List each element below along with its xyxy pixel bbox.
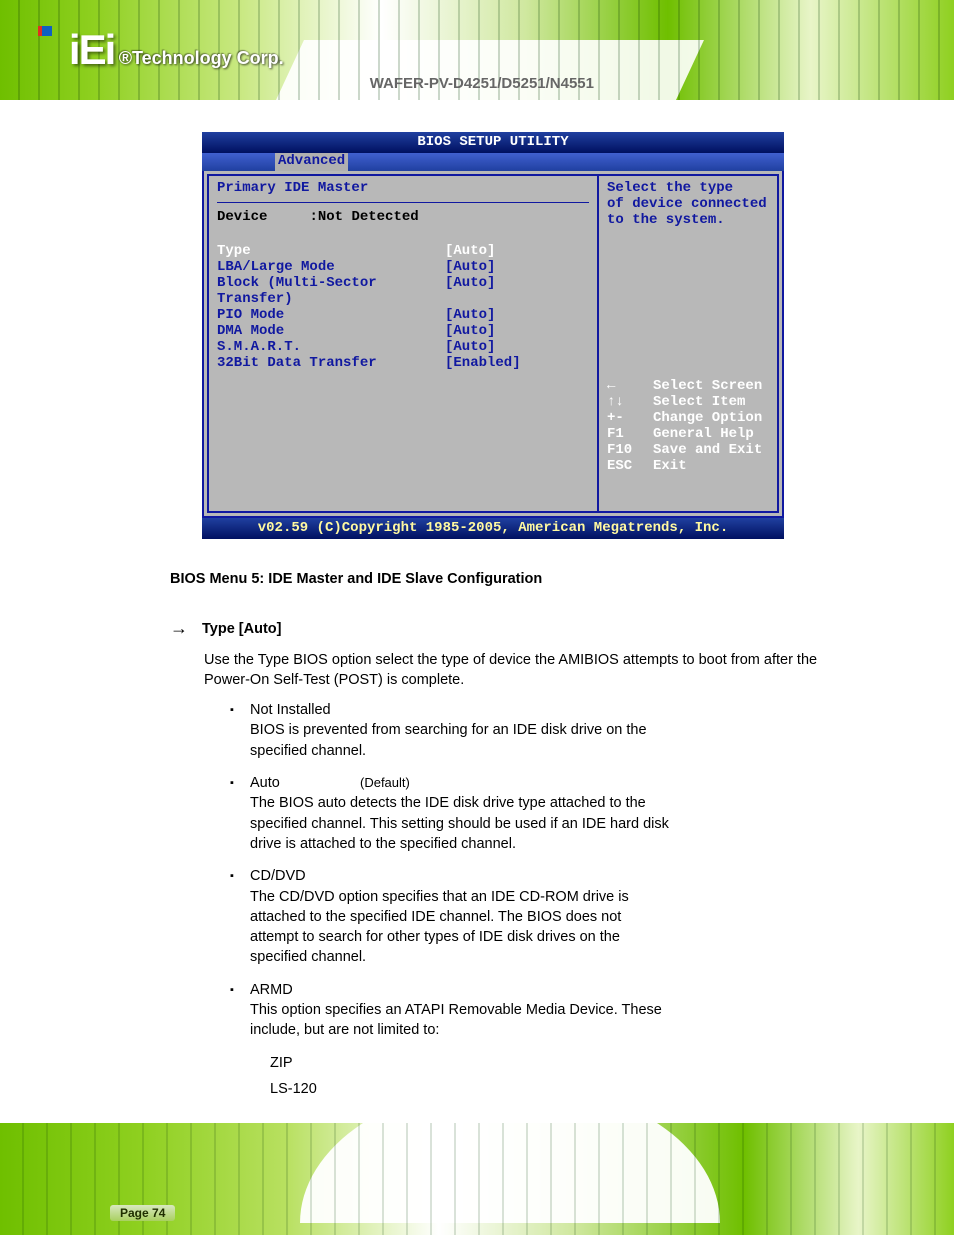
footer-banner: Page 74 <box>0 1123 954 1235</box>
bios-right-panel: Select the type of device connected to t… <box>599 174 779 513</box>
bios-option-row[interactable]: S.M.A.R.T.[Auto] <box>217 339 589 355</box>
bios-nav-key: ↑↓ <box>607 394 653 410</box>
sub-item: ZIP <box>270 1053 834 1073</box>
bios-left-panel: Primary IDE Master Device :Not Detected … <box>207 174 599 513</box>
bios-nav-desc: Select Item <box>653 394 745 410</box>
option-label: CD/DVD <box>250 866 360 886</box>
bios-option-value: [Auto] <box>445 243 495 259</box>
arrow-right-icon: → <box>170 619 190 639</box>
page-label: Page 74 <box>110 1205 175 1221</box>
bios-title: BIOS SETUP UTILITY <box>202 132 784 153</box>
bios-nav-row: ←Select Screen <box>607 378 769 394</box>
bios-option-value: [Auto] <box>445 339 495 355</box>
bios-option-row[interactable]: LBA/Large Mode[Auto] <box>217 259 589 275</box>
logo-blue-square-icon <box>42 26 52 36</box>
option-label: Not Installed <box>250 700 360 720</box>
bios-nav-row: ↑↓Select Item <box>607 394 769 410</box>
bios-option-row[interactable]: Block (Multi-Sector Transfer)[Auto] <box>217 275 589 307</box>
product-code: WAFER-PV-D4251/D5251/N4551 <box>370 75 594 92</box>
bios-nav-key: F1 <box>607 426 653 442</box>
bios-option-value: [Auto] <box>445 307 495 323</box>
bios-option-label: Type <box>217 243 445 259</box>
bios-option-row[interactable]: 32Bit Data Transfer[Enabled] <box>217 355 589 371</box>
option-desc: BIOS is prevented from searching for an … <box>250 720 670 761</box>
figure-caption: BIOS Menu 5: IDE Master and IDE Slave Co… <box>170 569 834 589</box>
bios-body: Primary IDE Master Device :Not Detected … <box>202 171 784 518</box>
bios-nav-key: ESC <box>607 458 653 474</box>
bios-option-value: [Auto] <box>445 323 495 339</box>
option-item: ARMDThis option specifies an ATAPI Remov… <box>250 980 834 1041</box>
bios-footer: v02.59 (C)Copyright 1985-2005, American … <box>202 518 784 539</box>
bios-option-value: [Auto] <box>445 259 495 275</box>
bios-option-label: S.M.A.R.T. <box>217 339 445 355</box>
logo-text: iEi <box>69 26 114 73</box>
bios-option-row[interactable]: DMA Mode[Auto] <box>217 323 589 339</box>
option-desc: The CD/DVD option specifies that an IDE … <box>250 887 670 968</box>
bios-nav-key: F10 <box>607 442 653 458</box>
bios-help-line: of device connected <box>607 196 769 212</box>
bios-nav-desc: Change Option <box>653 410 762 426</box>
option-label: Auto <box>250 773 360 793</box>
option-label: ARMD <box>250 980 360 1000</box>
option-list: Not InstalledBIOS is prevented from sear… <box>250 700 834 1040</box>
logo-subtext: ®Technology Corp. <box>119 48 284 68</box>
bios-tab-advanced[interactable]: Advanced <box>275 153 348 171</box>
option-desc: The BIOS auto detects the IDE disk drive… <box>250 793 670 854</box>
bios-section-title: Primary IDE Master <box>217 180 589 198</box>
option-desc: This option specifies an ATAPI Removable… <box>250 1000 670 1041</box>
bios-screenshot: BIOS SETUP UTILITY Advanced Primary IDE … <box>202 132 784 539</box>
bios-nav-row: ESCExit <box>607 458 769 474</box>
bios-nav-help: ←Select Screen↑↓Select Item+-Change Opti… <box>607 378 769 474</box>
document-body: BIOS Menu 5: IDE Master and IDE Slave Co… <box>170 569 834 1099</box>
bios-option-label: LBA/Large Mode <box>217 259 445 275</box>
sub-item: LS-120 <box>270 1079 834 1099</box>
setting-description: Use the Type BIOS option select the type… <box>204 650 834 691</box>
bios-option-value: [Auto] <box>445 275 495 307</box>
bios-nav-desc: Exit <box>653 458 687 474</box>
option-item: Not InstalledBIOS is prevented from sear… <box>250 700 834 761</box>
page-number: Page 74 <box>110 1205 175 1221</box>
setting-heading: → Type [Auto] <box>170 619 834 639</box>
bios-nav-row: +-Change Option <box>607 410 769 426</box>
bios-option-label: PIO Mode <box>217 307 445 323</box>
bios-help-line: Select the type <box>607 180 769 196</box>
option-item: CD/DVDThe CD/DVD option specifies that a… <box>250 866 834 967</box>
bios-option-label: Block (Multi-Sector Transfer) <box>217 275 445 307</box>
header-banner: iEi ®Technology Corp. WAFER-PV-D4251/D52… <box>0 0 954 100</box>
bios-device-label: Device <box>217 209 267 225</box>
bios-option-row[interactable]: Type[Auto] <box>217 243 589 259</box>
bios-nav-row: F1General Help <box>607 426 769 442</box>
setting-name: Type [Auto] <box>202 619 281 639</box>
option-item: Auto(Default) The BIOS auto detects the … <box>250 773 834 854</box>
bios-nav-desc: Save and Exit <box>653 442 762 458</box>
bios-tab-bar: Advanced <box>202 153 784 171</box>
bios-device-row: Device :Not Detected <box>217 209 589 225</box>
bios-nav-desc: Select Screen <box>653 378 762 394</box>
bios-option-value: [Enabled] <box>445 355 521 371</box>
default-marker: (Default) <box>360 774 430 792</box>
brand-logo: iEi ®Technology Corp. <box>40 26 284 74</box>
bios-help-line: to the system. <box>607 212 769 228</box>
bios-option-label: 32Bit Data Transfer <box>217 355 445 371</box>
bios-device-value: :Not Detected <box>309 209 418 225</box>
bios-nav-key: ← <box>607 378 653 394</box>
bios-option-row[interactable]: PIO Mode[Auto] <box>217 307 589 323</box>
bios-nav-key: +- <box>607 410 653 426</box>
bios-option-label: DMA Mode <box>217 323 445 339</box>
divider <box>217 202 589 203</box>
bios-nav-desc: General Help <box>653 426 754 442</box>
bios-nav-row: F10Save and Exit <box>607 442 769 458</box>
